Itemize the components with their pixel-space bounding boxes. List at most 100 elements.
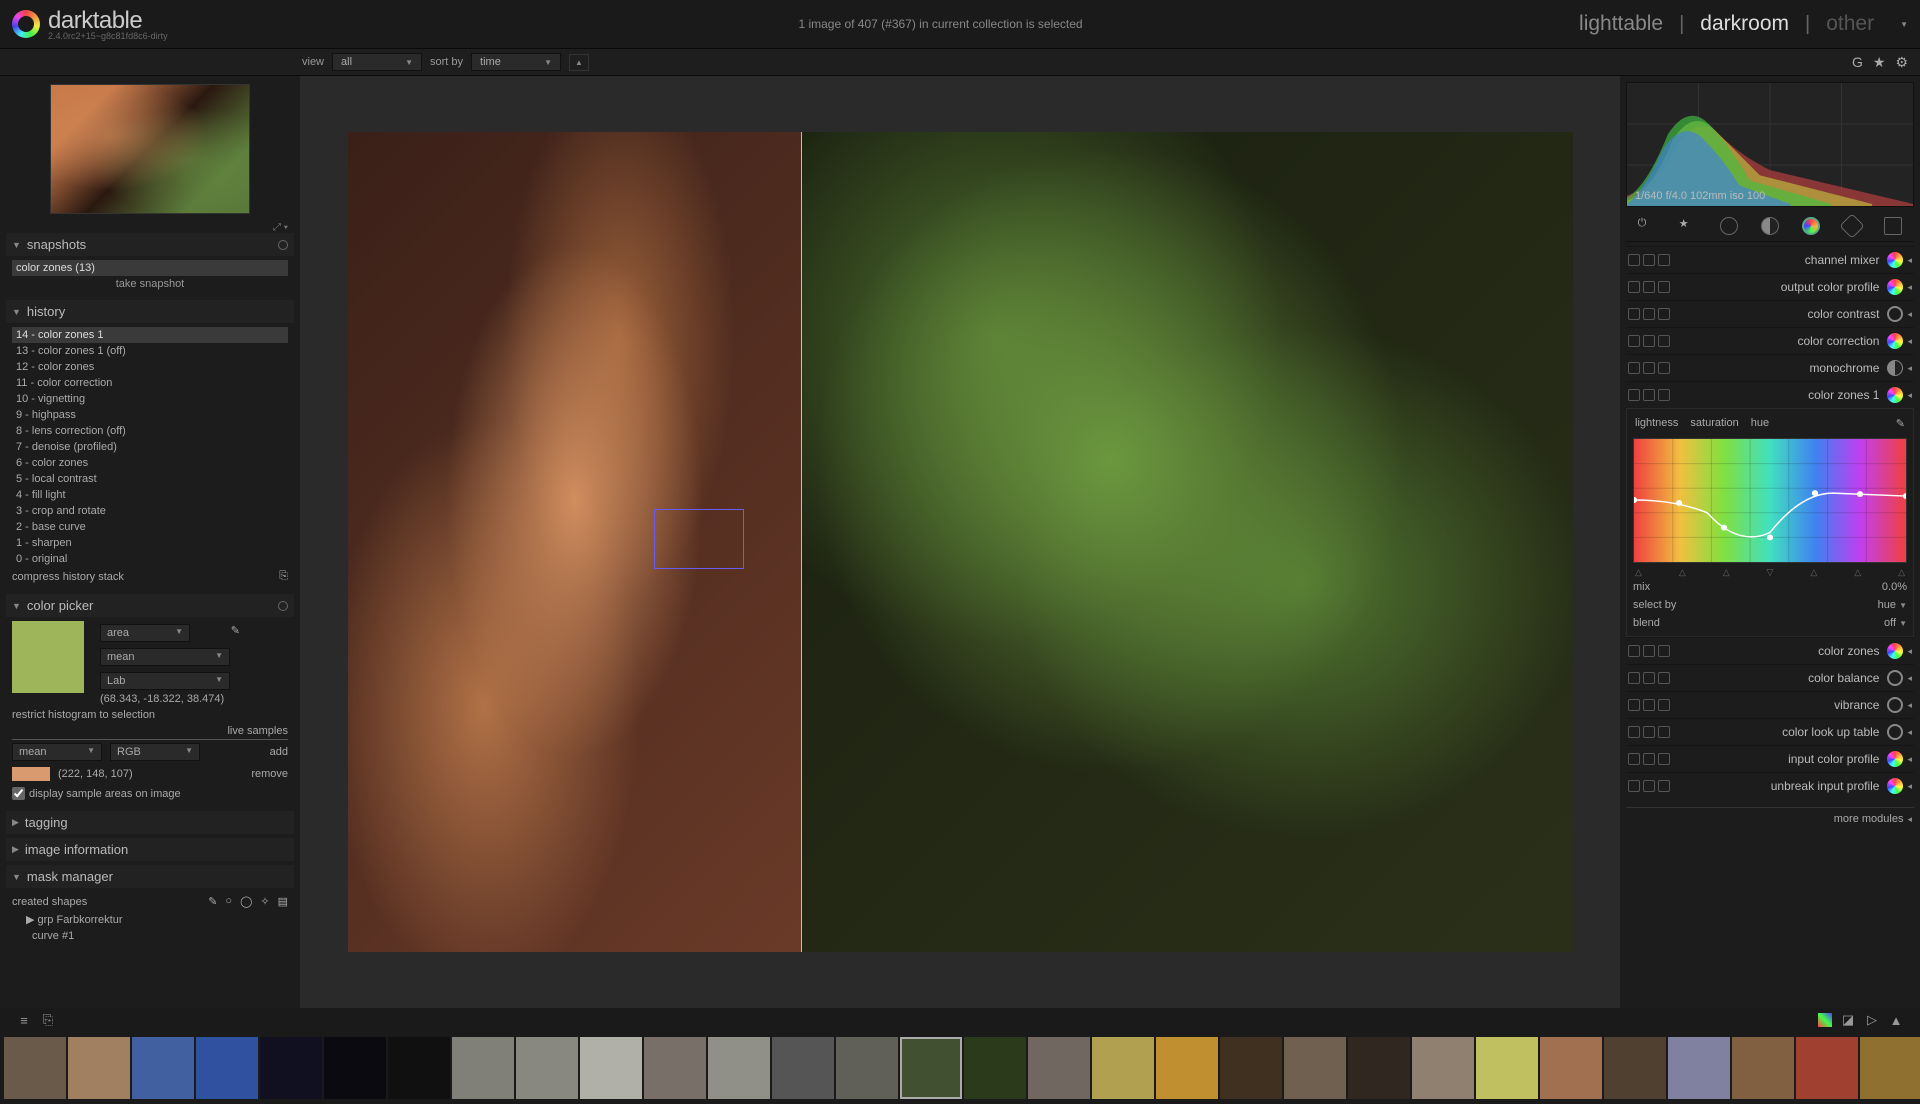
history-item[interactable]: 9 - highpass (12, 407, 288, 423)
sort-direction-button[interactable]: ▲ (569, 54, 589, 71)
module-enable-icon[interactable] (1628, 362, 1640, 374)
history-item[interactable]: 10 - vignetting (12, 391, 288, 407)
circle-icon[interactable]: ○ (225, 895, 232, 908)
module-tab-correct-icon[interactable] (1840, 213, 1865, 238)
module-reset-icon[interactable] (1658, 753, 1670, 765)
module-tab-effect-icon[interactable] (1884, 217, 1902, 235)
module-expand-icon[interactable]: ◂ (1907, 336, 1912, 347)
filmstrip-thumb[interactable] (1604, 1037, 1666, 1099)
cz-select-dropdown[interactable]: hue ▼ (1878, 599, 1907, 611)
group-icon[interactable]: G (1852, 54, 1863, 71)
history-item[interactable]: 13 - color zones 1 (off) (12, 343, 288, 359)
views-menu-icon[interactable]: ▼ (1900, 20, 1908, 29)
picker-mode-dropdown[interactable]: area▼ (100, 624, 190, 642)
filmstrip-thumb[interactable] (516, 1037, 578, 1099)
filmstrip-thumb[interactable] (580, 1037, 642, 1099)
picker-space-dropdown[interactable]: Lab▼ (100, 672, 230, 690)
filmstrip-thumb[interactable] (1732, 1037, 1794, 1099)
filmstrip-thumb[interactable] (1156, 1037, 1218, 1099)
sample-stat-dropdown[interactable]: mean▼ (12, 743, 102, 761)
module-multi-icon[interactable] (1643, 335, 1655, 347)
image-info-header[interactable]: ▶image information (6, 838, 294, 861)
module-multi-icon[interactable] (1643, 362, 1655, 374)
module-input-color-profile[interactable]: input color profile◂ (1626, 745, 1914, 772)
module-tab-basic-icon[interactable] (1720, 217, 1738, 235)
cz-tab-hue[interactable]: hue (1751, 417, 1769, 430)
filmstrip-thumb[interactable] (1028, 1037, 1090, 1099)
module-multi-icon[interactable] (1643, 753, 1655, 765)
module-enable-icon[interactable] (1628, 389, 1640, 401)
module-enable-icon[interactable] (1628, 780, 1640, 792)
module-multi-icon[interactable] (1643, 672, 1655, 684)
sample-space-dropdown[interactable]: RGB▼ (110, 743, 200, 761)
histogram[interactable]: 1/640 f/4.0 102mm iso 100 (1626, 82, 1914, 207)
filmstrip-thumb[interactable] (1092, 1037, 1154, 1099)
gamut-check-icon[interactable]: ▲ (1888, 1012, 1904, 1028)
filmstrip-thumb[interactable] (772, 1037, 834, 1099)
module-enable-icon[interactable] (1628, 753, 1640, 765)
mask-manager-header[interactable]: ▼mask manager (6, 865, 294, 888)
view-lighttable[interactable]: lighttable (1579, 12, 1663, 36)
module-enable-icon[interactable] (1628, 281, 1640, 293)
quick-access-icon[interactable]: ≡ (16, 1012, 32, 1028)
pencil-icon[interactable]: ✎ (208, 895, 217, 908)
module-multi-icon[interactable] (1643, 308, 1655, 320)
history-item[interactable]: 1 - sharpen (12, 535, 288, 551)
module-multi-icon[interactable] (1643, 699, 1655, 711)
module-multi-icon[interactable] (1643, 254, 1655, 266)
module-reset-icon[interactable] (1658, 389, 1670, 401)
module-tab-favorites-icon[interactable]: ★ (1679, 217, 1697, 235)
filmstrip-thumb[interactable] (324, 1037, 386, 1099)
module-reset-icon[interactable] (1658, 254, 1670, 266)
filmstrip-thumb[interactable] (132, 1037, 194, 1099)
cz-blend-dropdown[interactable]: off ▼ (1884, 617, 1907, 629)
module-monochrome[interactable]: monochrome◂ (1626, 354, 1914, 381)
view-other[interactable]: other (1826, 12, 1874, 36)
module-expand-icon[interactable]: ◂ (1907, 727, 1912, 738)
view-filter-dropdown[interactable]: all▼ (332, 53, 422, 71)
image-canvas[interactable] (348, 132, 1573, 952)
mask-curve-item[interactable]: curve #1 (12, 928, 288, 944)
history-item[interactable]: 14 - color zones 1 (12, 327, 288, 343)
color-zones-graph[interactable] (1633, 438, 1907, 563)
filmstrip-thumb[interactable] (388, 1037, 450, 1099)
filmstrip-thumb[interactable] (452, 1037, 514, 1099)
compress-history-button[interactable]: compress history stack (12, 571, 124, 583)
history-item[interactable]: 12 - color zones (12, 359, 288, 375)
module-color-zones[interactable]: color zones◂ (1626, 637, 1914, 664)
styles-icon[interactable]: ⎘ (40, 1012, 56, 1028)
color-picker-header[interactable]: ▼color picker (6, 594, 294, 617)
module-expand-icon[interactable]: ◂ (1907, 390, 1912, 401)
module-expand-icon[interactable]: ◂ (1907, 781, 1912, 792)
filmstrip-thumb[interactable] (900, 1037, 962, 1099)
filmstrip-thumb[interactable] (1284, 1037, 1346, 1099)
cz-tab-lightness[interactable]: lightness (1635, 417, 1678, 430)
module-expand-icon[interactable]: ◂ (1907, 646, 1912, 657)
restrict-histogram-label[interactable]: restrict histogram to selection (12, 705, 288, 725)
history-item[interactable]: 7 - denoise (profiled) (12, 439, 288, 455)
module-expand-icon[interactable]: ◂ (1907, 309, 1912, 320)
module-reset-icon[interactable] (1658, 672, 1670, 684)
module-enable-icon[interactable] (1628, 699, 1640, 711)
module-enable-icon[interactable] (1628, 672, 1640, 684)
history-item[interactable]: 0 - original (12, 551, 288, 567)
module-reset-icon[interactable] (1658, 335, 1670, 347)
history-item[interactable]: 8 - lens correction (off) (12, 423, 288, 439)
module-multi-icon[interactable] (1643, 726, 1655, 738)
module-tab-tone-icon[interactable] (1761, 217, 1779, 235)
picker-selection-box[interactable] (654, 509, 744, 569)
module-multi-icon[interactable] (1643, 780, 1655, 792)
snapshot-split-line[interactable] (801, 132, 802, 952)
history-item[interactable]: 4 - fill light (12, 487, 288, 503)
overexposed-icon[interactable]: ◪ (1840, 1012, 1856, 1028)
history-header[interactable]: ▼history (6, 300, 294, 323)
ellipse-icon[interactable]: ◯ (240, 895, 252, 908)
history-item[interactable]: 5 - local contrast (12, 471, 288, 487)
filmstrip-thumb[interactable] (4, 1037, 66, 1099)
module-multi-icon[interactable] (1643, 389, 1655, 401)
filmstrip-thumb[interactable] (1412, 1037, 1474, 1099)
module-expand-icon[interactable]: ◂ (1907, 673, 1912, 684)
history-item[interactable]: 2 - base curve (12, 519, 288, 535)
navigation-thumbnail[interactable] (50, 84, 250, 214)
snapshot-item[interactable]: color zones (13) (12, 260, 288, 276)
